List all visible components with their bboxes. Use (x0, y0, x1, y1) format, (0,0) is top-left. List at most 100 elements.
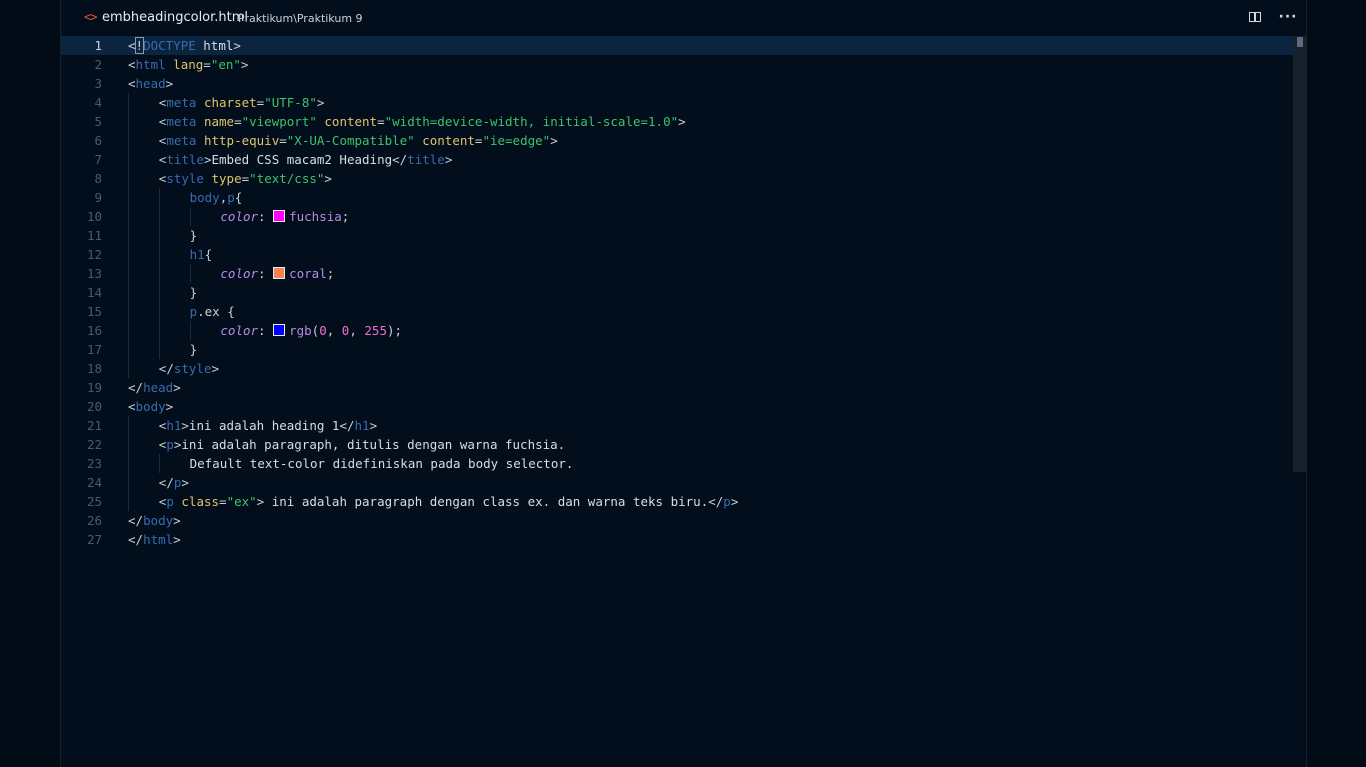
code-line[interactable]: 8 <style type="text/css"> (61, 169, 1293, 188)
code-line[interactable]: 22 <p>ini adalah paragraph, ditulis denga… (61, 435, 1293, 454)
code-line[interactable]: 14} (61, 283, 1293, 302)
code-text[interactable]: <body> (128, 397, 173, 416)
code-line[interactable]: 27 </html> (61, 530, 1293, 549)
code-line[interactable]: 20 <body> (61, 397, 1293, 416)
code-text[interactable]: <p>ini adalah paragraph, ditulis dengan … (159, 435, 565, 454)
indent-guide (128, 264, 129, 283)
code-text[interactable]: body,p{ (190, 188, 243, 207)
code-token: rgb (289, 323, 312, 338)
code-lines[interactable]: 1 <!DOCTYPE html> 2 <html lang="en"> 3 <head>… (61, 36, 1293, 767)
code-editor[interactable]: <> embheadingcolor.html Praktikum\Prakti… (61, 0, 1306, 767)
code-text[interactable]: </style> (159, 359, 219, 378)
code-line[interactable]: 11} (61, 226, 1293, 245)
indent-guide (128, 245, 129, 264)
code-line[interactable]: 25 <p class="ex"> ini adalah paragraph de… (61, 492, 1293, 511)
code-line[interactable]: 5 <meta name="viewport" content="width=de… (61, 112, 1293, 131)
code-line[interactable]: 18 </style> (61, 359, 1293, 378)
code-line[interactable]: 2 <html lang="en"> (61, 55, 1293, 74)
code-line[interactable]: 13 color: coral; (61, 264, 1293, 283)
code-text[interactable]: h1{ (190, 245, 213, 264)
line-number: 6 (94, 133, 102, 148)
line-number: 26 (86, 513, 102, 528)
code-text[interactable]: <meta charset="UTF-8"> (159, 93, 325, 112)
line-number: 10 (86, 209, 102, 224)
code-token: p (166, 437, 174, 452)
code-text[interactable]: </head> (128, 378, 181, 397)
code-line[interactable]: 10 color: fuchsia; (61, 207, 1293, 226)
indent-guide (128, 150, 129, 169)
line-number: 3 (94, 76, 102, 91)
code-line[interactable]: 4 <meta charset="UTF-8"> (61, 93, 1293, 112)
code-text[interactable]: color: coral; (220, 264, 334, 283)
code-text[interactable]: p.ex { (190, 302, 235, 321)
code-token: "X-UA-Compatible" (286, 133, 415, 148)
code-token: body (189, 190, 220, 205)
line-number: 23 (86, 456, 102, 471)
indent-guide (128, 492, 129, 511)
code-token: coral (289, 266, 327, 281)
color-swatch[interactable] (273, 324, 286, 336)
code-line[interactable]: 1 <!DOCTYPE html> (61, 36, 1293, 55)
code-token: } (189, 342, 198, 357)
code-text[interactable]: color: rgb(0, 0, 255); (220, 321, 402, 340)
code-line[interactable]: 21 <h1>ini adalah heading 1</h1> (61, 416, 1293, 435)
code-text[interactable]: </p> (159, 473, 189, 492)
code-text[interactable]: <h1>ini adalah heading 1</h1> (159, 416, 377, 435)
code-text[interactable]: Default text-color didefiniskan pada bod… (190, 454, 574, 473)
indent-guide (128, 435, 129, 454)
code-text[interactable]: <!DOCTYPE html> (128, 36, 241, 55)
code-token: > (316, 95, 325, 110)
code-line[interactable]: 24 </p> (61, 473, 1293, 492)
code-line[interactable]: 23 Default text-color didefiniskan pada b… (61, 454, 1293, 473)
code-token: "ex" (226, 494, 257, 509)
code-text[interactable]: <meta name="viewport" content="width=dev… (159, 112, 686, 131)
code-token: ; (341, 209, 350, 224)
code-token: </ (158, 361, 174, 376)
color-swatch[interactable] (273, 210, 286, 222)
code-text[interactable]: } (190, 283, 198, 302)
code-line[interactable]: 7 <title>Embed CSS macam2 Heading</title> (61, 150, 1293, 169)
code-text[interactable]: <meta http-equiv="X-UA-Compatible" conte… (159, 131, 558, 150)
code-token: > (165, 399, 174, 414)
code-line[interactable]: 19 </head> (61, 378, 1293, 397)
code-text[interactable]: </html> (128, 530, 181, 549)
code-text[interactable]: } (190, 340, 198, 359)
line-number: 14 (86, 285, 102, 300)
code-token: ; (326, 266, 335, 281)
indent-guide (128, 112, 129, 131)
scrollbar-thumb[interactable] (1293, 36, 1306, 472)
code-token: head (143, 380, 174, 395)
code-line[interactable]: 17} (61, 340, 1293, 359)
code-line[interactable]: 15 p.ex { (61, 302, 1293, 321)
code-text[interactable]: </body> (128, 511, 181, 530)
code-line[interactable]: 9 body,p{ (61, 188, 1293, 207)
code-text[interactable]: } (190, 226, 198, 245)
code-token: = (203, 57, 211, 72)
code-text[interactable]: <style type="text/css"> (159, 169, 332, 188)
code-token: p (166, 494, 174, 509)
code-text[interactable]: color: fuchsia; (220, 207, 349, 226)
code-line[interactable]: 3 <head> (61, 74, 1293, 93)
tab-filename: embheadingcolor.html (102, 10, 249, 25)
code-text[interactable]: <html lang="en"> (128, 55, 248, 74)
code-text[interactable]: <head> (128, 74, 173, 93)
code-line[interactable]: 16 color: rgb(0, 0, 255); (61, 321, 1293, 340)
code-line[interactable]: 12 h1{ (61, 245, 1293, 264)
more-actions-icon[interactable]: ··· (1277, 8, 1299, 28)
code-text[interactable]: <p class="ex"> ini adalah paragraph deng… (159, 492, 739, 511)
code-text[interactable]: <title>Embed CSS macam2 Heading</title> (159, 150, 453, 169)
code-line[interactable]: 6 <meta http-equiv="X-UA-Compatible" cont… (61, 131, 1293, 150)
code-token: ! (134, 37, 145, 54)
code-line[interactable]: 26 </body> (61, 511, 1293, 530)
code-token: </ (158, 475, 174, 490)
scrollbar-cursor-marker (1297, 37, 1303, 47)
code-token: > (173, 532, 181, 547)
code-token: body (143, 513, 174, 528)
indent-guide (128, 359, 129, 378)
split-editor-icon[interactable] (1245, 8, 1267, 28)
code-token: ini adalah paragraph dengan class ex. da… (264, 494, 709, 509)
code-token: </ (128, 532, 144, 547)
color-swatch[interactable] (273, 267, 286, 279)
